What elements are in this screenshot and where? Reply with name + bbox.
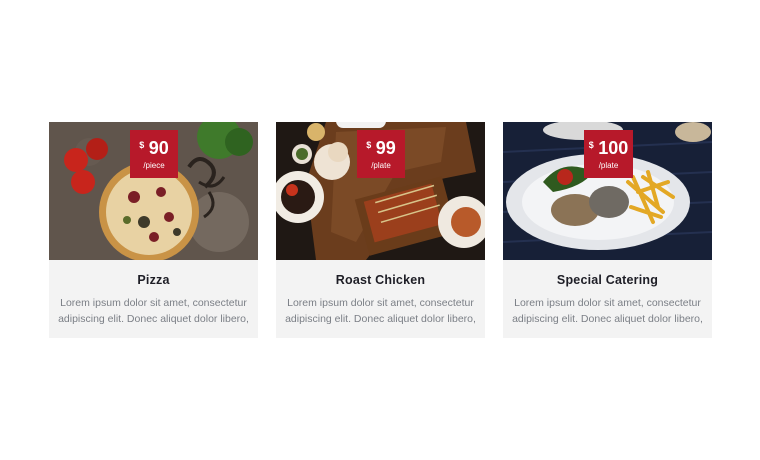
price-amount: 90 [148, 138, 169, 158]
card-title: Special Catering [556, 273, 659, 287]
menu-card-roast-chicken[interactable]: $ 99 /plate Roast Chicken Lorem ipsum do… [276, 122, 485, 338]
price-badge: $ 90 /piece [130, 130, 178, 178]
card-description: Lorem ipsum dolor sit amet, consectetur … [58, 297, 249, 325]
card-title: Roast Chicken [335, 273, 426, 287]
price-badge: $ 99 /plate [357, 130, 405, 178]
price-unit: /plate [598, 161, 619, 170]
card-title: Pizza [137, 273, 170, 287]
price-amount: 99 [375, 138, 396, 158]
price-unit: /piece [143, 161, 165, 170]
price-currency: $ [139, 140, 145, 150]
menu-card-pizza[interactable]: $ 90 /piece Pizza Lorem ipsum dolor sit … [49, 122, 258, 338]
card-description: Lorem ipsum dolor sit amet, consectetur … [285, 297, 476, 325]
price-badge: $ 100 /plate [584, 130, 633, 178]
card-description: Lorem ipsum dolor sit amet, consectetur … [512, 297, 703, 325]
price-unit: /plate [371, 161, 391, 170]
menu-card-special-catering[interactable]: $ 100 /plate Special Catering Lorem ipsu… [503, 122, 712, 338]
price-amount: 100 [598, 138, 629, 158]
price-currency: $ [588, 140, 594, 150]
special-catering-photo: $ 100 /plate [503, 122, 712, 260]
price-currency: $ [366, 140, 372, 150]
pizza-photo: $ 90 /piece [49, 122, 258, 260]
menu-cards: $ 90 /piece Pizza Lorem ipsum dolor sit … [49, 122, 712, 338]
roast-chicken-photo: $ 99 /plate [276, 122, 485, 260]
